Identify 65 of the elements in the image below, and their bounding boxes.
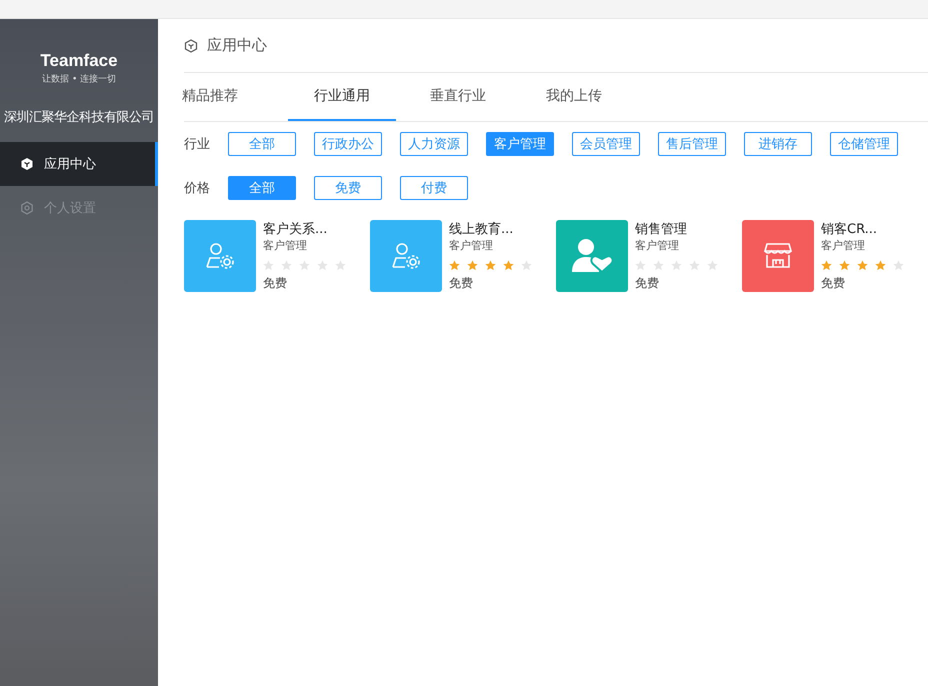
filter-option[interactable]: 行政办公 [314, 132, 382, 156]
star-icon [671, 260, 682, 271]
app-tile[interactable] [184, 220, 256, 292]
star-icon [299, 260, 310, 271]
filter-option[interactable]: 人力资源 [400, 132, 468, 156]
filter-option[interactable]: 全部 [228, 132, 296, 156]
filter-option[interactable]: 付费 [400, 176, 468, 200]
star-icon [263, 260, 274, 271]
star-icon [821, 260, 832, 271]
app-tile[interactable] [370, 220, 442, 292]
user-gear-icon [204, 241, 236, 271]
app-price: 免费 [449, 275, 474, 292]
tab[interactable]: 行业通用 [288, 73, 396, 121]
app-category: 客户管理 [263, 238, 308, 254]
app-category: 客户管理 [821, 238, 866, 254]
logo-text: Teamface [40, 51, 118, 71]
filter-option[interactable]: 客户管理 [486, 132, 554, 156]
star-icon [689, 260, 700, 271]
star-icon [707, 260, 718, 271]
company-name: 深圳汇聚华企科技有限公司 [3, 109, 155, 126]
settings-icon [20, 201, 34, 215]
app-name[interactable]: 销客CR... [821, 220, 904, 238]
filter-option[interactable]: 仓储管理 [830, 132, 898, 156]
cube-icon [20, 157, 34, 171]
app-category: 客户管理 [449, 238, 494, 254]
user-gear-icon [390, 241, 422, 271]
star-icon [281, 260, 292, 271]
star-icon [635, 260, 646, 271]
star-icon [503, 260, 514, 271]
filter-option[interactable]: 会员管理 [572, 132, 640, 156]
app-tile[interactable] [742, 220, 814, 292]
store-icon [763, 241, 793, 271]
star-icon [893, 260, 904, 271]
menu-item[interactable]: 应用中心 [0, 142, 158, 186]
app-name[interactable]: 客户关系... [263, 220, 346, 238]
user-heart-icon [572, 238, 612, 274]
star-icon [467, 260, 478, 271]
star-icon [839, 260, 850, 271]
tab[interactable]: 我的上传 [520, 73, 628, 121]
tab[interactable]: 精品推荐 [156, 73, 264, 121]
app-price: 免费 [263, 275, 288, 292]
page-title: 应用中心 [207, 36, 267, 55]
star-icon [317, 260, 328, 271]
filter-option[interactable]: 售后管理 [658, 132, 726, 156]
filter-label: 行业 [184, 136, 211, 153]
app-category: 客户管理 [635, 238, 680, 254]
star-icon [857, 260, 868, 271]
app-name[interactable]: 线上教育... [449, 220, 532, 238]
tab[interactable]: 垂直行业 [404, 73, 512, 121]
app-tile[interactable] [556, 220, 628, 292]
slogan: 让数据 • 连接一切 [42, 73, 116, 86]
star-icon [449, 260, 460, 271]
app-name[interactable]: 销售管理 [635, 220, 718, 238]
app-price: 免费 [635, 275, 660, 292]
filter-option[interactable]: 进销存 [744, 132, 812, 156]
filter-option[interactable]: 免费 [314, 176, 382, 200]
star-icon [485, 260, 496, 271]
star-icon [521, 260, 532, 271]
star-icon [875, 260, 886, 271]
cube-outline-icon [184, 38, 198, 52]
app-price: 免费 [821, 275, 846, 292]
filter-option[interactable]: 全部 [228, 176, 296, 200]
star-icon [335, 260, 346, 271]
star-icon [653, 260, 664, 271]
filter-label: 价格 [184, 180, 211, 197]
